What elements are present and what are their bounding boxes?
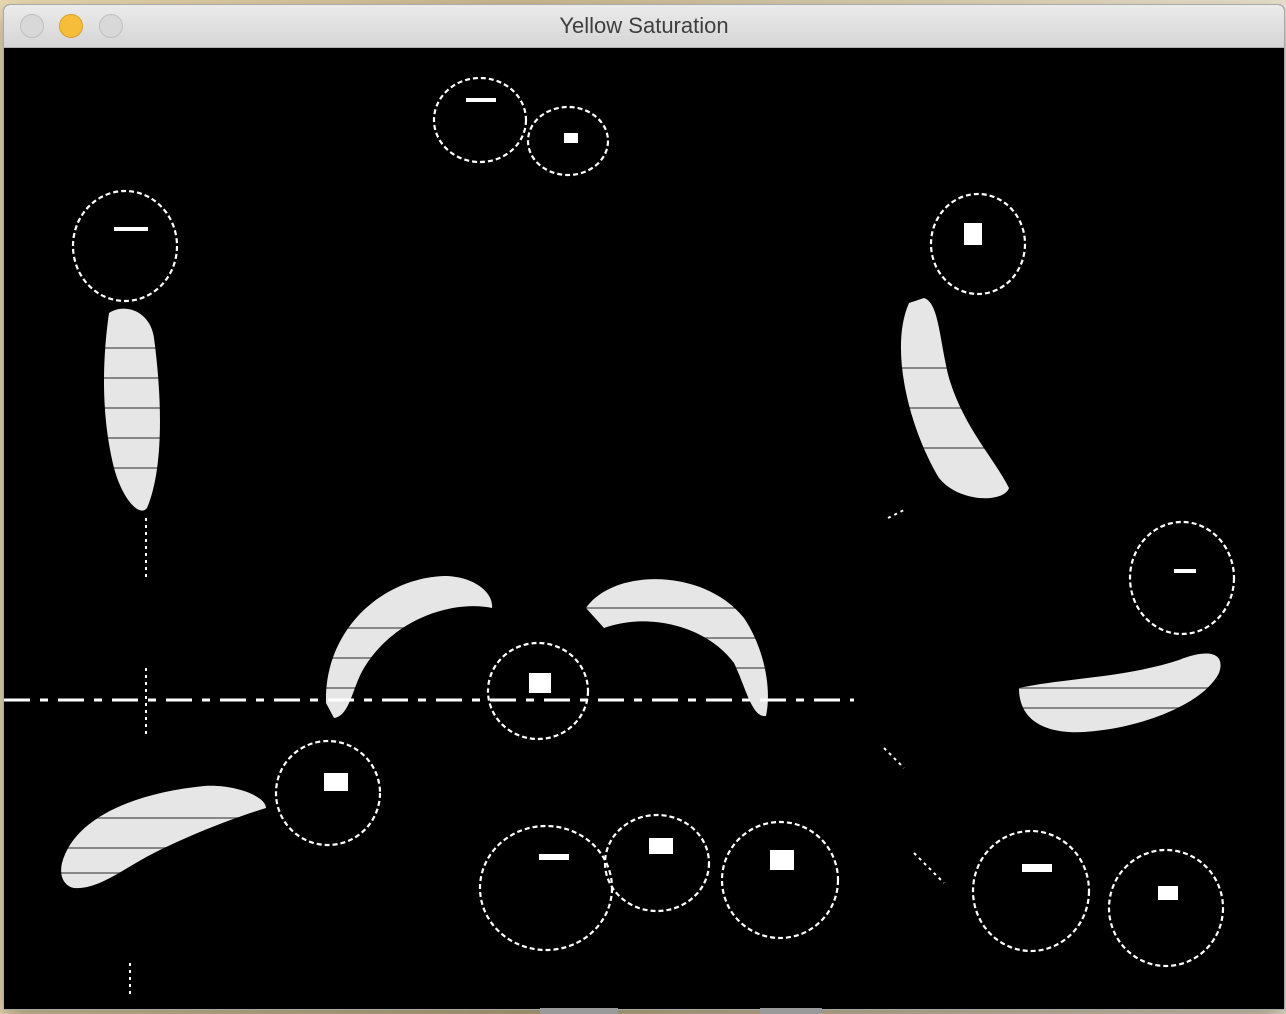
title-bar[interactable]: Yellow Saturation	[4, 5, 1284, 48]
saturation-mask-canvas	[4, 48, 1284, 1009]
dock-item	[540, 1008, 618, 1014]
mask-image	[4, 48, 1284, 1009]
window-title: Yellow Saturation	[559, 13, 729, 38]
image-window: Yellow Saturation	[4, 5, 1284, 1009]
dock-item	[760, 1008, 822, 1014]
